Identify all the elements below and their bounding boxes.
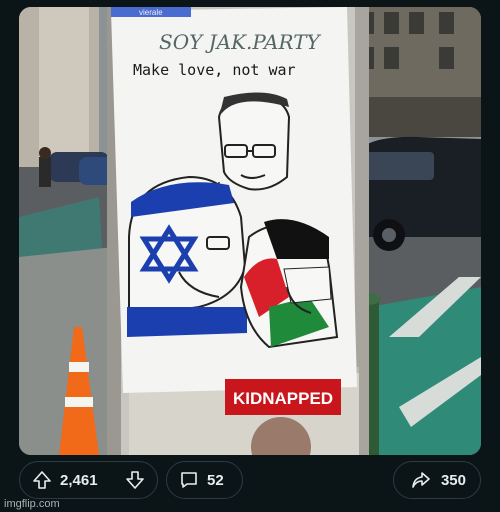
comments-button[interactable]: 52 xyxy=(166,461,243,499)
arrow-down-icon[interactable] xyxy=(125,470,145,490)
post-action-bar: 2,461 52 350 xyxy=(19,461,481,499)
imgflip-watermark: imgflip.com xyxy=(4,498,60,510)
share-count: 350 xyxy=(440,471,466,489)
partial-top-text: vierale xyxy=(139,8,163,17)
kidnapped-banner: KIDNAPPED xyxy=(233,389,333,408)
share-arrow-icon xyxy=(411,470,431,490)
poster-caption: Make love, not war xyxy=(133,61,296,79)
post-image[interactable]: vierale SOY JAK.PARTY Make love, not war xyxy=(19,7,481,455)
comment-count: 52 xyxy=(207,471,224,489)
arrow-up-icon[interactable] xyxy=(32,470,52,490)
street-photo: vierale SOY JAK.PARTY Make love, not war xyxy=(19,7,481,455)
vote-count: 2,461 xyxy=(60,471,98,489)
speech-bubble-icon xyxy=(179,470,199,490)
share-button[interactable]: 350 xyxy=(393,461,481,499)
poster-header: SOY JAK.PARTY xyxy=(159,30,322,54)
vote-control: 2,461 xyxy=(19,461,158,499)
